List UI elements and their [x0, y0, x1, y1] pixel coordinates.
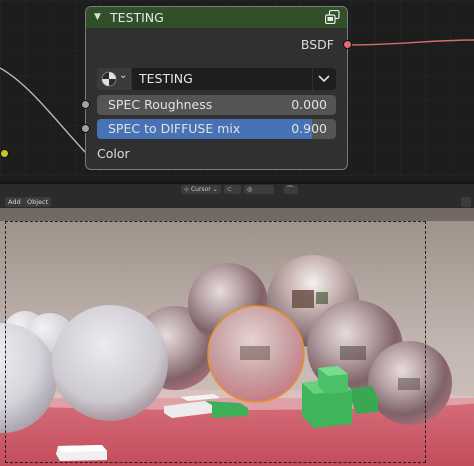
reflection-selected — [240, 346, 270, 360]
chevron-down-icon — [318, 75, 330, 83]
reflection-right — [340, 346, 366, 360]
magnet-icon: ⊂ — [227, 186, 233, 193]
falloff-curve-icon: ⌒ — [287, 186, 294, 193]
chevron-down-icon: ⌄ — [212, 186, 218, 193]
proportional-edit-toggle[interactable]: ◎ — [244, 185, 274, 194]
spec-roughness-socket[interactable] — [81, 100, 90, 109]
viewport-header: Add Object — [0, 196, 474, 208]
rendered-scene — [0, 208, 474, 466]
view-options-icon[interactable] — [461, 197, 471, 207]
white-sphere-rough — [52, 305, 168, 421]
node-header[interactable]: ▼ TESTING — [86, 7, 347, 28]
spec-roughness-field[interactable]: SPEC Roughness 0.000 — [97, 95, 336, 115]
viewport-margin — [0, 208, 474, 221]
reflection-front-right — [398, 378, 420, 390]
color-input-link — [0, 67, 87, 154]
proportional-edit-icon: ◎ — [247, 186, 253, 193]
bsdf-output-link — [346, 39, 474, 46]
add-menu[interactable]: Add — [5, 197, 24, 207]
color-input-socket[interactable] — [0, 149, 9, 158]
reflection-trees — [316, 292, 328, 304]
node-tree-selector[interactable]: ⌄ TESTING — [97, 68, 336, 90]
node-group-icon[interactable] — [325, 10, 340, 24]
material-sphere-icon — [101, 71, 117, 87]
snap-toggle[interactable]: ⊂ — [224, 185, 241, 194]
spec-roughness-value: 0.000 — [291, 97, 327, 112]
falloff-dropdown[interactable]: ⌒ — [284, 185, 298, 194]
green-cube-right — [352, 386, 378, 414]
pivot-icon: ⊹ — [184, 186, 190, 193]
node-editor[interactable]: ▼ TESTING BSDF ⌄ TESTING SPEC Roughness … — [0, 0, 474, 181]
viewport-tool-header: ⊹ Cursor ⌄ ⊂ ◎ ⌒ — [0, 184, 474, 196]
pivot-point-dropdown[interactable]: ⊹ Cursor ⌄ — [181, 185, 221, 194]
object-menu[interactable]: Object — [24, 197, 52, 207]
spec-mix-field[interactable]: SPEC to DIFFUSE mix 0.900 — [97, 119, 336, 139]
reflection-building — [292, 290, 314, 308]
chevron-down-icon: ⌄ — [119, 70, 128, 81]
pivot-label: Cursor — [190, 186, 211, 193]
collapse-arrow-icon[interactable]: ▼ — [94, 7, 101, 28]
color-input-label: Color — [97, 146, 130, 161]
bsdf-output-label: BSDF — [300, 37, 334, 52]
node-tree-name-field[interactable]: TESTING — [132, 68, 312, 90]
3d-viewport[interactable] — [0, 208, 474, 466]
spec-mix-label: SPEC to DIFFUSE mix — [108, 121, 241, 136]
spec-mix-socket[interactable] — [81, 124, 90, 133]
node-title: TESTING — [110, 10, 164, 25]
node-tree-dropdown-button[interactable] — [313, 68, 336, 90]
spec-mix-value: 0.900 — [291, 121, 327, 136]
bsdf-output-socket[interactable] — [343, 40, 352, 49]
spec-roughness-label: SPEC Roughness — [108, 97, 213, 112]
node-tree-browse-button[interactable]: ⌄ — [97, 68, 131, 90]
